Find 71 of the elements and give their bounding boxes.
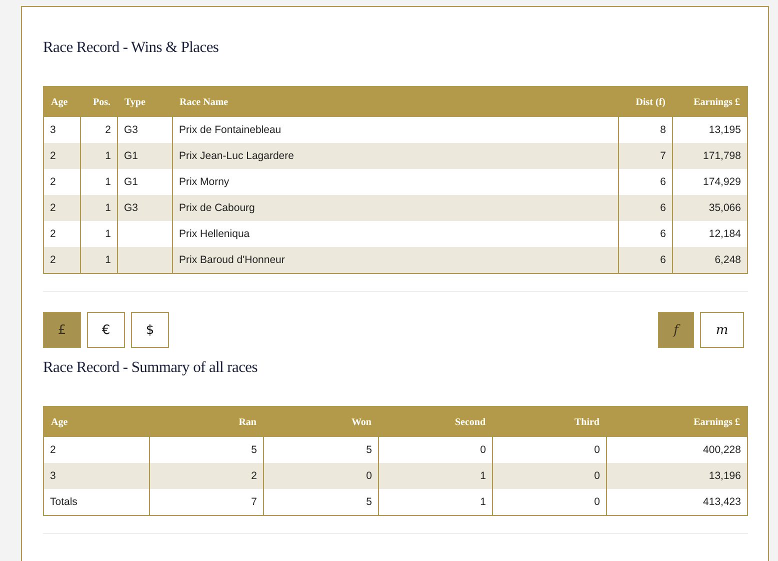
table-cell: 13,195 [708, 124, 741, 136]
table-cell: G1 [124, 176, 138, 188]
table-cell: G1 [124, 150, 138, 162]
section-title: Race Record - Wins & Places [43, 38, 220, 58]
table-cell: 174,929 [703, 176, 741, 188]
table-cell: 171,798 [703, 150, 741, 162]
table-cell: 6 [660, 202, 666, 214]
table-cell: 400,228 [703, 444, 741, 456]
table-cell: 6 [660, 254, 666, 266]
table-cell: 1 [105, 150, 111, 162]
table-cell: 1 [105, 202, 111, 214]
table-cell: Totals [50, 496, 78, 508]
table-cell: 6,248 [714, 254, 741, 266]
table-cell: 0 [594, 496, 600, 508]
table-cell: G3 [124, 202, 138, 214]
column-header: Earnings £ [694, 416, 740, 428]
table-cell: Prix Jean-Luc Lagardere [179, 150, 294, 162]
column-header: Won [351, 416, 372, 428]
column-header: Age [51, 416, 68, 428]
column-header: Dist (f) [636, 96, 666, 108]
table-cell: 2 [50, 254, 56, 266]
table-cell: 1 [105, 176, 111, 188]
column-header: Age [51, 96, 68, 108]
table-cell: Prix Helleniqua [179, 228, 250, 240]
currency-button[interactable]: $ [131, 312, 169, 348]
table-cell: Prix Morny [179, 176, 230, 188]
column-header: Third [574, 416, 600, 428]
table-cell: 8 [660, 124, 666, 136]
currency-button[interactable]: £ [43, 312, 81, 348]
column-header: Type [124, 96, 146, 108]
table-cell: 12,184 [708, 228, 741, 240]
table-cell: 1 [105, 228, 111, 240]
column-header: Earnings £ [694, 96, 740, 108]
table-cell: 0 [480, 444, 486, 456]
table-cell: Prix de Fontainebleau [179, 124, 282, 136]
distance-unit-button[interactable]: f [658, 312, 694, 348]
table-cell: 6 [660, 176, 666, 188]
table-cell: 7 [251, 496, 257, 508]
table-cell: 3 [50, 470, 56, 482]
column-header: Second [454, 416, 486, 428]
table-cell: 5 [366, 496, 372, 508]
column-header: Race Name [180, 96, 228, 108]
table-cell: 0 [366, 470, 372, 482]
table-cell: 13,196 [708, 470, 741, 482]
table-cell: 2 [50, 228, 56, 240]
table-cell: 3 [50, 124, 56, 136]
column-header: Pos. [93, 96, 110, 108]
table-cell: Prix de Cabourg [179, 202, 255, 214]
table-cell: 0 [594, 470, 600, 482]
column-header: Ran [238, 416, 256, 428]
table-cell: 0 [594, 444, 600, 456]
table-cell: G3 [124, 124, 138, 136]
currency-button[interactable]: € [87, 312, 125, 348]
table-cell: 1 [480, 470, 486, 482]
table-cell: 1 [480, 496, 486, 508]
table-cell: 2 [50, 176, 56, 188]
section-title: Race Record - Summary of all races [43, 358, 258, 378]
table-cell: 5 [251, 444, 257, 456]
table-cell: 2 [251, 470, 257, 482]
table-cell: 1 [105, 254, 111, 266]
table-cell: 2 [105, 124, 111, 136]
table-cell: 413,423 [703, 496, 741, 508]
table-cell: 5 [366, 444, 372, 456]
table-cell: 2 [50, 444, 56, 456]
table-cell: 35,066 [708, 202, 741, 214]
table-cell: 2 [50, 202, 56, 214]
distance-unit-button[interactable]: m [700, 312, 744, 348]
table-cell: 2 [50, 150, 56, 162]
table-cell: 7 [660, 150, 666, 162]
table-cell: Prix Baroud d'Honneur [179, 254, 285, 266]
table-cell: 6 [660, 228, 666, 240]
